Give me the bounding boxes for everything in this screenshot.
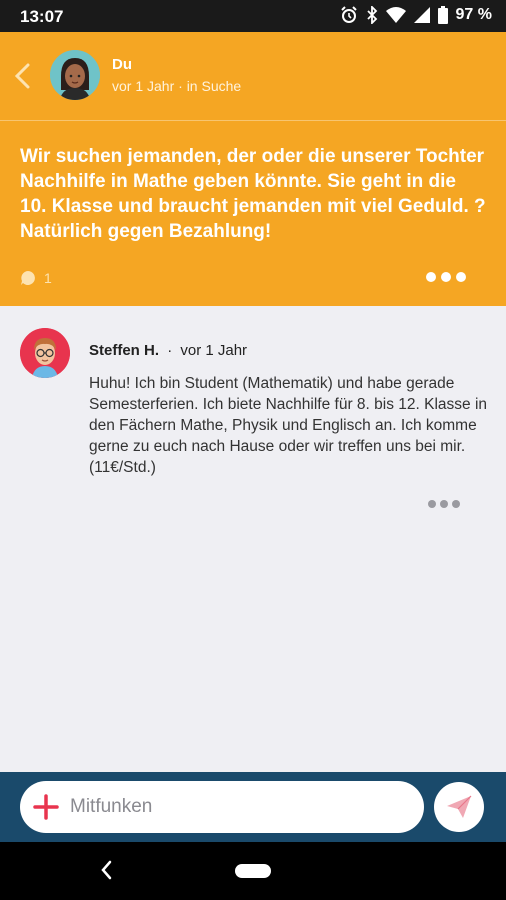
nav-home-button[interactable] <box>235 864 271 878</box>
system-nav-bar <box>0 842 506 900</box>
comment-count[interactable]: 1 <box>20 270 52 286</box>
comment-separator: · <box>167 342 173 359</box>
battery-percent: 97 % <box>455 6 492 23</box>
status-icons: 97 % <box>340 6 492 24</box>
post-more-menu-icon[interactable] <box>426 272 466 282</box>
bluetooth-icon <box>366 6 377 24</box>
status-bar: 13:07 97 % <box>0 0 506 32</box>
comment-bubble-icon <box>21 271 35 285</box>
alarm-icon <box>340 6 357 23</box>
chevron-left-icon <box>14 63 30 89</box>
author-avatar[interactable] <box>50 50 100 100</box>
compose-bar: Mitfunken <box>0 772 506 842</box>
post-meta: vor 1 Jahr · in Suche <box>112 78 242 94</box>
comment-header: Steffen H. · vor 1 Jahr <box>89 342 247 359</box>
back-button[interactable] <box>6 58 38 94</box>
signal-icon <box>413 7 430 23</box>
woman-avatar-icon <box>50 50 100 100</box>
send-button[interactable] <box>434 782 484 832</box>
header-divider <box>0 120 506 121</box>
commenter-name[interactable]: Steffen H. <box>89 342 159 359</box>
paper-plane-icon <box>447 795 472 818</box>
comment-text: Huhu! Ich bin Student (Mathematik) und h… <box>89 375 488 476</box>
comment-time: vor 1 Jahr <box>180 342 248 359</box>
comment-count-value: 1 <box>44 270 52 286</box>
status-time: 13:07 <box>20 7 64 26</box>
comment-more-menu-icon[interactable] <box>428 500 460 508</box>
author-name[interactable]: Du <box>112 56 132 73</box>
post-text: Wir suchen jemanden, der oder die unsere… <box>20 146 486 242</box>
nav-back-icon[interactable] <box>100 860 112 880</box>
compose-input[interactable]: Mitfunken <box>20 781 424 833</box>
plus-icon[interactable] <box>32 793 60 821</box>
man-avatar-icon <box>20 328 70 378</box>
post-header: Du vor 1 Jahr · in Suche Wir suchen jema… <box>0 32 506 306</box>
commenter-avatar[interactable] <box>20 328 70 378</box>
compose-placeholder: Mitfunken <box>70 796 153 817</box>
wifi-icon <box>385 7 406 23</box>
battery-icon <box>437 6 448 24</box>
